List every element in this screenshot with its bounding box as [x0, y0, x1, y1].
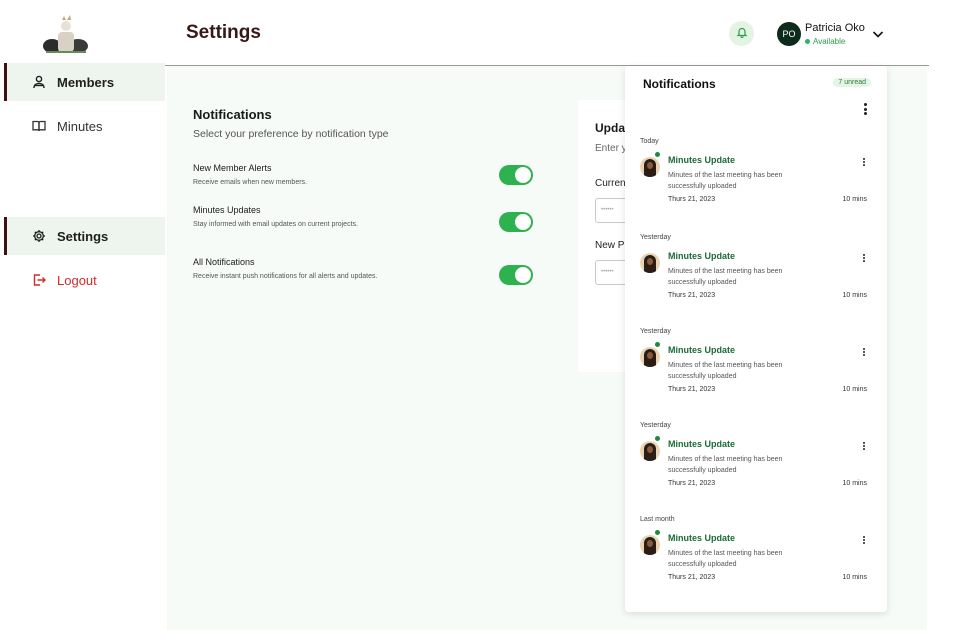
- new-password-label: New P: [595, 240, 625, 251]
- notification-time: 10 mins: [842, 196, 867, 203]
- notifications-button[interactable]: [729, 21, 754, 46]
- notification-item[interactable]: Minutes Update Minutes of the last meeti…: [640, 529, 872, 589]
- notification-date: Thurs 21, 2023: [668, 196, 716, 203]
- user-name: Patricia Oko: [805, 22, 865, 34]
- avatar[interactable]: PO: [777, 22, 801, 46]
- status-dot-icon: [805, 39, 810, 44]
- password-card-title: Upda: [595, 121, 625, 135]
- notification-title: Minutes Update: [668, 155, 736, 165]
- current-password-label: Curren: [595, 178, 626, 189]
- book-icon: [31, 118, 47, 134]
- notifications-panel: Notifications 7 unread Today Minutes Upd…: [625, 66, 887, 612]
- sidebar: Members Minutes Settings Logout: [0, 0, 165, 630]
- toggle-knob: [515, 214, 531, 230]
- notification-body: Minutes of the last meeting has been suc…: [668, 456, 783, 474]
- pref-description: Receive instant push notifications for a…: [193, 273, 378, 280]
- notification-date: Thurs 21, 2023: [668, 574, 716, 581]
- sidebar-item-label: Members: [57, 74, 115, 90]
- pref-description: Receive emails when new members.: [193, 179, 307, 186]
- avatar: [640, 157, 660, 177]
- user-status: Available: [805, 37, 845, 46]
- notification-item[interactable]: Minutes Update Minutes of the last meeti…: [640, 435, 872, 495]
- page-title: Settings: [186, 22, 261, 43]
- pref-title: All Notifications: [193, 257, 255, 267]
- avatar: [640, 535, 660, 555]
- logout-icon: [31, 272, 47, 288]
- toggle-knob: [515, 267, 531, 283]
- sidebar-item-label: Minutes: [57, 118, 103, 134]
- unread-dot-icon: [655, 152, 660, 157]
- bell-icon: [736, 25, 748, 43]
- notification-title: Minutes Update: [668, 345, 736, 355]
- all-notifications-toggle[interactable]: [499, 265, 533, 285]
- avatar: [640, 253, 660, 273]
- section-subtitle: Select your preference by notification t…: [193, 128, 389, 140]
- notification-date: Thurs 21, 2023: [668, 292, 716, 299]
- sidebar-item-members[interactable]: Members: [4, 63, 165, 101]
- notification-time: 10 mins: [842, 574, 867, 581]
- unread-dot-icon: [655, 436, 660, 441]
- item-menu-icon[interactable]: [862, 254, 866, 262]
- notification-time: 10 mins: [842, 480, 867, 487]
- item-menu-icon[interactable]: [862, 158, 866, 166]
- notification-time: 10 mins: [842, 386, 867, 393]
- users-icon: [31, 74, 47, 90]
- pref-title: Minutes Updates: [193, 205, 261, 215]
- notification-item[interactable]: Minutes Update Minutes of the last meeti…: [640, 151, 872, 211]
- minutes-updates-toggle[interactable]: [499, 212, 533, 232]
- sidebar-item-minutes[interactable]: Minutes: [4, 107, 165, 145]
- notification-date: Thurs 21, 2023: [668, 386, 716, 393]
- toggle-knob: [515, 167, 531, 183]
- notification-body: Minutes of the last meeting has been suc…: [668, 172, 783, 190]
- pref-description: Stay informed with email updates on curr…: [193, 221, 358, 228]
- notification-item[interactable]: Minutes Update Minutes of the last meeti…: [640, 341, 872, 401]
- group-label: Last month: [640, 516, 675, 523]
- group-label: Yesterday: [640, 234, 671, 241]
- notification-date: Thurs 21, 2023: [668, 480, 716, 487]
- new-member-alerts-toggle[interactable]: [499, 165, 533, 185]
- notification-time: 10 mins: [842, 292, 867, 299]
- group-label: Yesterday: [640, 328, 671, 335]
- sidebar-item-label: Settings: [57, 228, 109, 244]
- notification-body: Minutes of the last meeting has been suc…: [668, 550, 783, 568]
- notification-item[interactable]: Minutes Update Minutes of the last meeti…: [640, 247, 872, 307]
- unread-badge: 7 unread: [833, 78, 871, 87]
- logo: [40, 14, 92, 56]
- unread-dot-icon: [655, 342, 660, 347]
- avatar: [640, 441, 660, 461]
- item-menu-icon[interactable]: [862, 536, 866, 544]
- pref-title: New Member Alerts: [193, 163, 272, 173]
- password-card-subtitle: Enter y: [595, 143, 627, 154]
- notification-title: Minutes Update: [668, 251, 736, 261]
- item-menu-icon[interactable]: [862, 348, 866, 356]
- notification-body: Minutes of the last meeting has been suc…: [668, 362, 783, 380]
- chevron-down-icon[interactable]: [871, 27, 885, 41]
- group-label: Yesterday: [640, 422, 671, 429]
- user-status-label: Available: [813, 37, 846, 46]
- sidebar-item-label: Logout: [57, 272, 97, 288]
- avatar: [640, 347, 660, 367]
- item-menu-icon[interactable]: [862, 442, 866, 450]
- sidebar-item-logout[interactable]: Logout: [4, 261, 165, 299]
- group-label: Today: [640, 138, 659, 145]
- section-title: Notifications: [193, 107, 272, 122]
- notification-title: Minutes Update: [668, 439, 736, 449]
- notification-body: Minutes of the last meeting has been suc…: [668, 268, 783, 286]
- notification-title: Minutes Update: [668, 533, 736, 543]
- sidebar-item-settings[interactable]: Settings: [4, 217, 165, 255]
- unread-dot-icon: [655, 530, 660, 535]
- gear-icon: [31, 228, 47, 244]
- panel-menu-icon[interactable]: [863, 103, 867, 117]
- notifications-panel-title: Notifications: [643, 77, 716, 91]
